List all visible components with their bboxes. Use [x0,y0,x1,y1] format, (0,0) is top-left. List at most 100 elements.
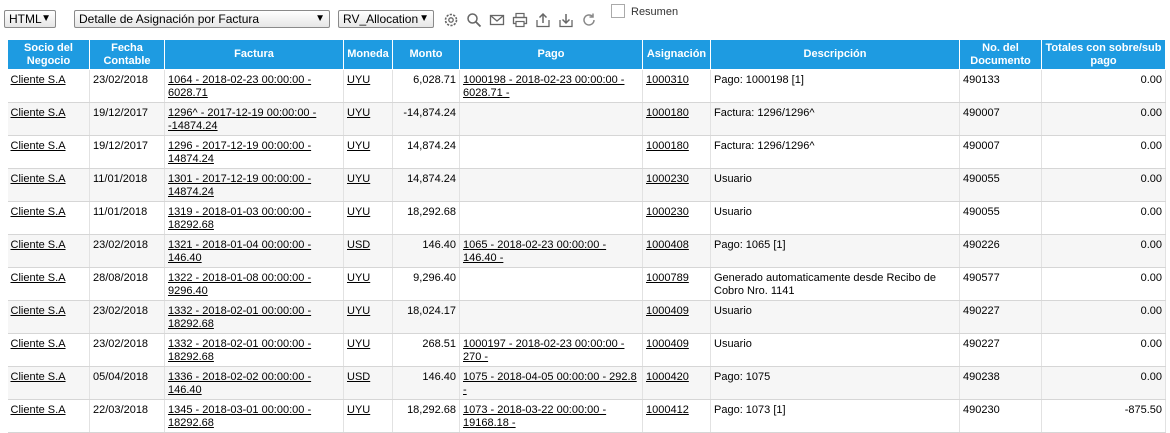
cell-moneda: USD [343,234,393,268]
cell-documento: 490055 [959,201,1042,235]
moneda-link[interactable]: UYU [347,305,370,317]
moneda-link[interactable]: UYU [347,173,370,185]
export-icon[interactable] [535,12,551,28]
col-header-monto[interactable]: Monto [392,39,460,70]
factura-link[interactable]: 1296 - 2017-12-19 00:00:00 - 14874.24 [168,140,311,165]
asignacion-link[interactable]: 1000230 [646,173,689,185]
cell-pago [459,102,643,136]
asignacion-link[interactable]: 1000409 [646,305,689,317]
asignacion-link[interactable]: 1000180 [646,107,689,119]
cell-socio: Cliente S.A [7,102,90,136]
cell-fecha: 19/12/2017 [89,135,165,169]
asignacion-link[interactable]: 1000412 [646,404,689,416]
col-header-socio[interactable]: Socio del Negocio [7,39,90,70]
col-header-asignacion[interactable]: Asignación [642,39,711,70]
cell-fecha: 11/01/2018 [89,201,165,235]
cell-descripcion: Factura: 1296/1296^ [710,102,960,136]
socio-link[interactable]: Cliente S.A [11,338,66,350]
cell-totales: 0.00 [1041,366,1166,400]
factura-link[interactable]: 1301 - 2017-12-19 00:00:00 - 14874.24 [168,173,311,198]
pago-link[interactable]: 1000197 - 2018-02-23 00:00:00 - 270 - [463,338,624,363]
moneda-link[interactable]: UYU [347,74,370,86]
resumen-checkbox[interactable] [611,4,625,18]
socio-link[interactable]: Cliente S.A [11,173,66,185]
moneda-link[interactable]: UYU [347,272,370,284]
download-icon[interactable] [558,12,574,28]
asignacion-link[interactable]: 1000789 [646,272,689,284]
pago-link[interactable]: 1065 - 2018-02-23 00:00:00 - 146.40 - [463,239,606,264]
cell-factura: 1336 - 2018-02-02 00:00:00 - 146.40 [164,366,344,400]
cell-totales: 0.00 [1041,102,1166,136]
socio-link[interactable]: Cliente S.A [11,404,66,416]
cell-totales: 0.00 [1041,267,1166,301]
cell-asignacion: 1000409 [642,333,711,367]
moneda-link[interactable]: USD [347,371,370,383]
moneda-link[interactable]: UYU [347,404,370,416]
factura-link[interactable]: 1332 - 2018-02-01 00:00:00 - 18292.68 [168,338,311,363]
factura-link[interactable]: 1064 - 2018-02-23 00:00:00 - 6028.71 [168,74,311,99]
factura-link[interactable]: 1319 - 2018-01-03 00:00:00 - 18292.68 [168,206,311,231]
factura-link[interactable]: 1332 - 2018-02-01 00:00:00 - 18292.68 [168,305,311,330]
moneda-link[interactable]: UYU [347,107,370,119]
settings-icon[interactable] [443,12,459,28]
refresh-icon[interactable] [581,12,597,28]
cell-fecha: 23/02/2018 [89,234,165,268]
factura-link[interactable]: 1336 - 2018-02-02 00:00:00 - 146.40 [168,371,311,396]
cell-socio: Cliente S.A [7,333,90,367]
asignacion-link[interactable]: 1000420 [646,371,689,383]
search-icon[interactable] [466,12,482,28]
socio-link[interactable]: Cliente S.A [11,272,66,284]
view-select[interactable]: RV_Allocation ▼ [338,10,434,28]
factura-link[interactable]: 1321 - 2018-01-04 00:00:00 - 146.40 [168,239,311,264]
report-select[interactable]: Detalle de Asignación por Factura ▼ [74,10,330,28]
cell-asignacion: 1000789 [642,267,711,301]
factura-link[interactable]: 1345 - 2018-03-01 00:00:00 - 18292.68 [168,404,311,429]
table-header-row: Socio del Negocio Fecha Contable Factura… [7,39,1166,70]
asignacion-link[interactable]: 1000408 [646,239,689,251]
socio-link[interactable]: Cliente S.A [11,371,66,383]
cell-factura: 1332 - 2018-02-01 00:00:00 - 18292.68 [164,333,344,367]
email-icon[interactable] [489,12,505,28]
socio-link[interactable]: Cliente S.A [11,206,66,218]
pago-link[interactable]: 1000198 - 2018-02-23 00:00:00 - 6028.71 … [463,74,624,99]
cell-asignacion: 1000230 [642,201,711,235]
socio-link[interactable]: Cliente S.A [11,305,66,317]
pago-link[interactable]: 1073 - 2018-03-22 00:00:00 - 19168.18 - [463,404,606,429]
moneda-link[interactable]: UYU [347,206,370,218]
socio-link[interactable]: Cliente S.A [11,74,66,86]
socio-link[interactable]: Cliente S.A [11,239,66,251]
pago-link[interactable]: 1075 - 2018-04-05 00:00:00 - 292.8 - [463,371,637,396]
col-header-factura[interactable]: Factura [164,39,344,70]
cell-totales: -875.50 [1041,399,1166,433]
cell-factura: 1321 - 2018-01-04 00:00:00 - 146.40 [164,234,344,268]
factura-link[interactable]: 1296^ - 2017-12-19 00:00:00 - -14874.24 [168,107,316,132]
col-header-totales[interactable]: Totales con sobre/sub pago [1041,39,1166,70]
moneda-link[interactable]: USD [347,239,370,251]
asignacion-link[interactable]: 1000230 [646,206,689,218]
factura-link[interactable]: 1322 - 2018-01-08 00:00:00 - 9296.40 [168,272,311,297]
cell-asignacion: 1000412 [642,399,711,433]
socio-link[interactable]: Cliente S.A [11,107,66,119]
cell-totales: 0.00 [1041,69,1166,103]
asignacion-link[interactable]: 1000180 [646,140,689,152]
print-icon[interactable] [512,12,528,28]
moneda-link[interactable]: UYU [347,338,370,350]
asignacion-link[interactable]: 1000409 [646,338,689,350]
table-row: Cliente S.A 19/12/2017 1296^ - 2017-12-19 … [7,102,1166,136]
format-select[interactable]: HTML ▼ [4,10,56,28]
cell-moneda: UYU [343,69,393,103]
col-header-pago[interactable]: Pago [459,39,643,70]
table-row: Cliente S.A 22/03/2018 1345 - 2018-03-01 0… [7,399,1166,433]
col-header-moneda[interactable]: Moneda [343,39,393,70]
col-header-fecha[interactable]: Fecha Contable [89,39,165,70]
report-select-value: Detalle de Asignación por Factura [79,12,260,26]
col-header-documento[interactable]: No. del Documento [959,39,1042,70]
moneda-link[interactable]: UYU [347,140,370,152]
asignacion-link[interactable]: 1000310 [646,74,689,86]
socio-link[interactable]: Cliente S.A [11,140,66,152]
cell-fecha: 23/02/2018 [89,333,165,367]
cell-moneda: UYU [343,267,393,301]
col-header-descripcion[interactable]: Descripción [710,39,960,70]
cell-descripcion: Usuario [710,201,960,235]
cell-moneda: UYU [343,102,393,136]
